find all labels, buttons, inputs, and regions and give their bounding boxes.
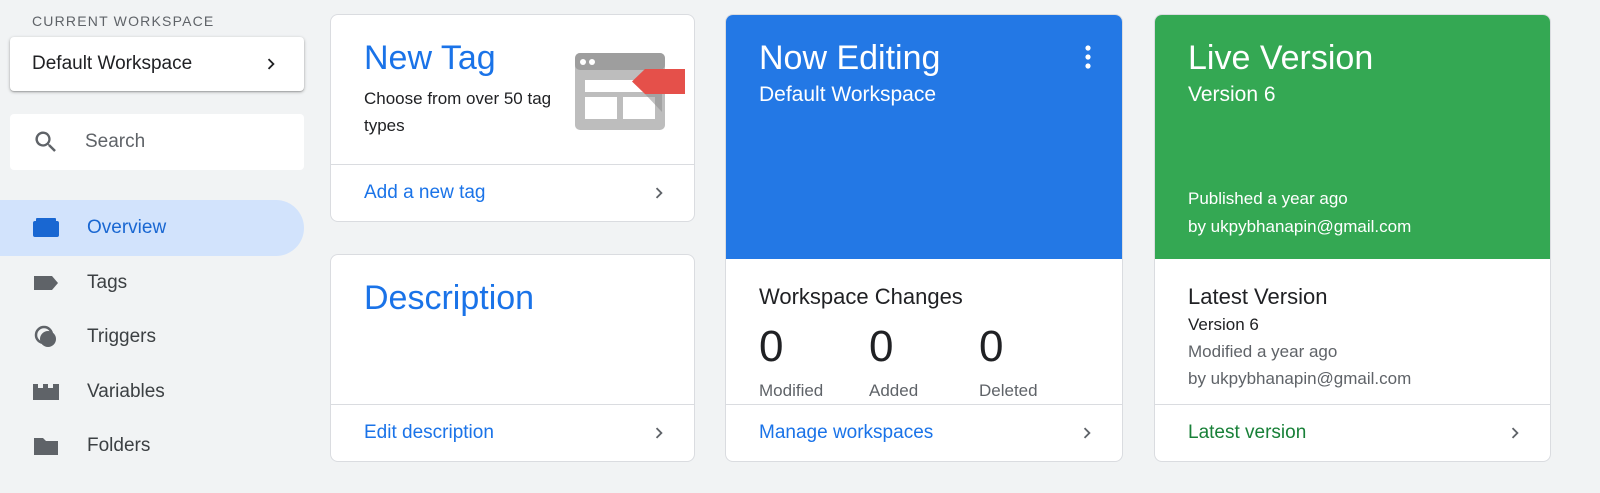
stat-modified: 0 Modified <box>759 321 823 401</box>
sidebar: CURRENT WORKSPACE Default Workspace Over… <box>0 0 310 493</box>
workspace-changes-title: Workspace Changes <box>759 284 963 309</box>
new-tag-description: Choose from over 50 tag types <box>364 89 552 135</box>
workspace-selector[interactable]: Default Workspace <box>10 37 304 91</box>
chevron-right-icon <box>1083 427 1091 439</box>
latest-version-modified: Modified a year ago <box>1188 342 1338 361</box>
stat-modified-value: 0 <box>759 322 784 371</box>
nav-item-folders[interactable]: Folders <box>0 418 304 474</box>
chevron-right-icon <box>655 187 663 199</box>
stat-deleted-label: Deleted <box>979 381 1038 400</box>
stat-added: 0 Added <box>869 321 918 401</box>
latest-version-link[interactable]: Latest version <box>1155 404 1550 461</box>
variables-icon <box>33 384 59 400</box>
stat-deleted-value: 0 <box>979 322 1004 371</box>
nav-item-overview[interactable]: Overview <box>0 200 304 256</box>
nav-item-variables[interactable]: Variables <box>0 364 304 420</box>
nav-item-triggers[interactable]: Triggers <box>0 309 304 365</box>
nav-item-tags[interactable]: Tags <box>0 255 304 311</box>
now-editing-card: Now Editing Default Workspace Workspace … <box>725 14 1123 462</box>
new-tag-title: New Tag <box>364 39 496 77</box>
add-new-tag-link[interactable]: Add a new tag <box>331 164 694 221</box>
stat-added-value: 0 <box>869 322 894 371</box>
triggers-icon <box>34 325 56 347</box>
overview-icon <box>33 218 59 237</box>
search-input[interactable] <box>85 126 285 158</box>
live-version-title: Live Version <box>1188 39 1374 77</box>
nav-label-variables: Variables <box>87 381 165 402</box>
nav-label-folders: Folders <box>87 435 151 456</box>
manage-workspaces-label: Manage workspaces <box>759 422 934 443</box>
tag-icon <box>34 276 58 290</box>
live-version-card: Live Version Version 6 Published a year … <box>1154 14 1551 462</box>
tag-illustration-icon <box>575 53 685 130</box>
manage-workspaces-link[interactable]: Manage workspaces <box>726 404 1122 461</box>
edit-description-link[interactable]: Edit description <box>331 404 694 461</box>
stat-deleted: 0 Deleted <box>979 321 1038 401</box>
current-workspace-label: CURRENT WORKSPACE <box>32 13 215 29</box>
chevron-right-icon <box>655 427 663 439</box>
chevron-right-icon <box>267 58 275 70</box>
live-version-header: Live Version Version 6 Published a year … <box>1155 15 1550 259</box>
stat-added-label: Added <box>869 381 919 400</box>
more-vert-icon[interactable] <box>1078 43 1098 73</box>
stat-modified-label: Modified <box>759 381 824 400</box>
nav-label-triggers: Triggers <box>87 326 156 347</box>
chevron-right-icon <box>1511 427 1519 439</box>
now-editing-workspace: Default Workspace <box>759 83 937 106</box>
latest-version-number: Version 6 <box>1188 315 1259 334</box>
folder-icon <box>34 438 58 455</box>
latest-version-author: by ukpybhanapin@gmail.com <box>1188 369 1412 388</box>
search-box[interactable] <box>10 114 304 170</box>
live-version-number: Version 6 <box>1188 83 1276 106</box>
nav-label-overview: Overview <box>87 217 167 238</box>
now-editing-title: Now Editing <box>759 39 941 77</box>
published-by: by ukpybhanapin@gmail.com <box>1188 217 1412 236</box>
description-title: Description <box>364 279 535 317</box>
search-icon <box>35 131 56 152</box>
latest-version-title: Latest Version <box>1188 284 1328 309</box>
now-editing-header: Now Editing Default Workspace <box>726 15 1122 259</box>
description-card: Description Edit description <box>330 254 695 462</box>
edit-description-label: Edit description <box>364 422 494 443</box>
workspace-name: Default Workspace <box>32 53 193 74</box>
nav-label-tags: Tags <box>87 272 128 293</box>
latest-version-link-label: Latest version <box>1188 422 1307 443</box>
add-new-tag-label: Add a new tag <box>364 182 486 203</box>
new-tag-card: New Tag Choose from over 50 tag types Ad… <box>330 14 695 222</box>
published-time: Published a year ago <box>1188 189 1348 208</box>
